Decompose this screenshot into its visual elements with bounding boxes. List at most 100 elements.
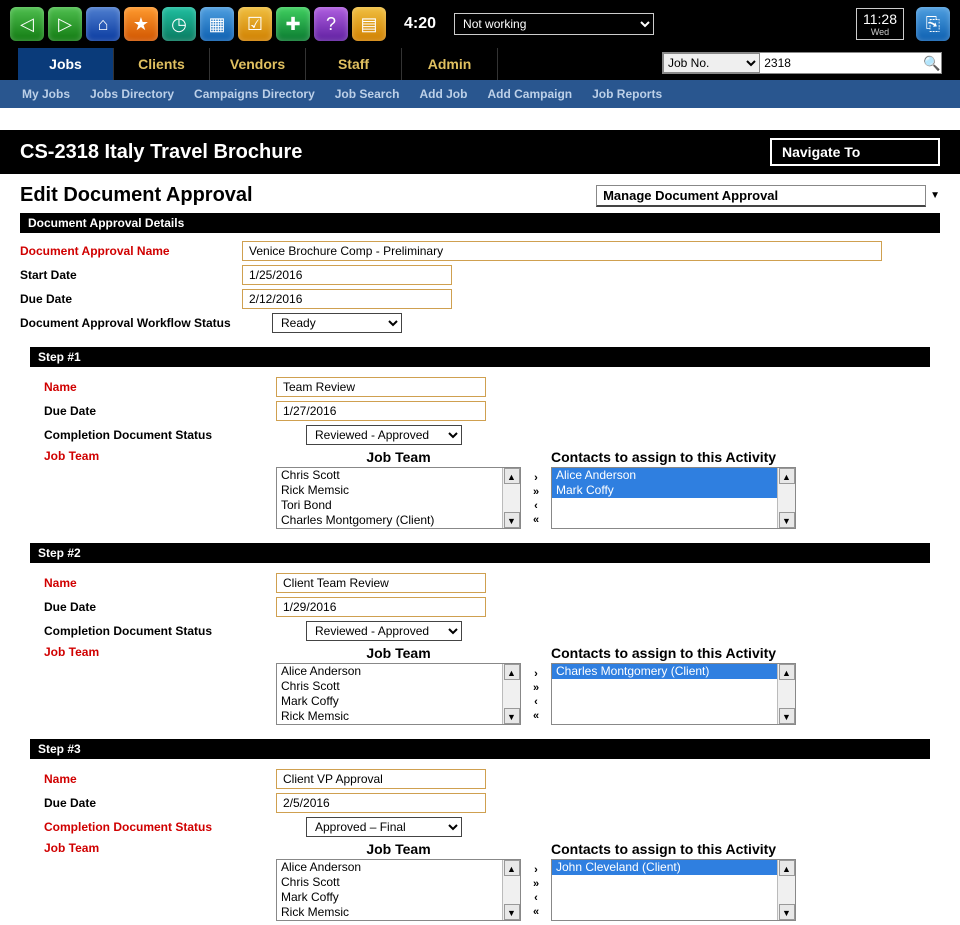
- move-all-right-button[interactable]: »: [533, 681, 539, 695]
- list-item[interactable]: Charles Montgomery (Client): [552, 664, 777, 679]
- listbox-step1-jobteam[interactable]: Chris Scott Rick Memsic Tori Bond Charle…: [276, 467, 521, 529]
- input-start-date[interactable]: [242, 265, 452, 285]
- subnav-job-search[interactable]: Job Search: [335, 87, 400, 101]
- input-step1-due[interactable]: [276, 401, 486, 421]
- select-step2-completion[interactable]: Reviewed - Approved: [306, 621, 462, 641]
- list-item[interactable]: Chris Scott: [277, 679, 502, 694]
- scroll-up-icon[interactable]: ▲: [779, 664, 795, 680]
- calendar-icon[interactable]: ▦: [200, 7, 234, 41]
- forward-icon[interactable]: ▷: [48, 7, 82, 41]
- select-step3-completion[interactable]: Approved – Final: [306, 817, 462, 837]
- move-all-left-button[interactable]: «: [533, 905, 539, 919]
- input-step3-due[interactable]: [276, 793, 486, 813]
- scroll-up-icon[interactable]: ▲: [504, 860, 520, 876]
- input-approval-name[interactable]: [242, 241, 882, 261]
- listbox-step3-jobteam[interactable]: Alice Anderson Chris Scott Mark Coffy Ri…: [276, 859, 521, 921]
- label-step2-due: Due Date: [44, 600, 266, 614]
- help-icon[interactable]: ?: [314, 7, 348, 41]
- move-all-left-button[interactable]: «: [533, 709, 539, 723]
- select-step1-completion[interactable]: Reviewed - Approved: [306, 425, 462, 445]
- scroll-up-icon[interactable]: ▲: [779, 468, 795, 484]
- select-workflow-status[interactable]: Ready: [272, 313, 402, 333]
- scrollbar[interactable]: ▲ ▼: [502, 664, 520, 724]
- subnav-job-reports[interactable]: Job Reports: [592, 87, 662, 101]
- move-left-button[interactable]: ‹: [534, 695, 538, 709]
- input-step2-name[interactable]: [276, 573, 486, 593]
- move-all-right-button[interactable]: »: [533, 485, 539, 499]
- tab-staff[interactable]: Staff: [306, 48, 402, 80]
- list-item[interactable]: Charles Montgomery (Client): [277, 513, 502, 528]
- scrollbar[interactable]: ▲ ▼: [777, 664, 795, 724]
- home-icon[interactable]: ⌂: [86, 7, 120, 41]
- input-due-date[interactable]: [242, 289, 452, 309]
- move-left-button[interactable]: ‹: [534, 891, 538, 905]
- list-item[interactable]: Rick Memsic: [277, 709, 502, 724]
- clock-icon[interactable]: ◷: [162, 7, 196, 41]
- subnav-add-campaign[interactable]: Add Campaign: [487, 87, 572, 101]
- scroll-up-icon[interactable]: ▲: [504, 664, 520, 680]
- tab-vendors[interactable]: Vendors: [210, 48, 306, 80]
- scroll-up-icon[interactable]: ▲: [504, 468, 520, 484]
- jobno-type-select[interactable]: Job No.: [663, 53, 760, 73]
- navigate-to-select[interactable]: Navigate To: [770, 138, 940, 166]
- chevron-down-icon[interactable]: ▼: [926, 190, 940, 201]
- scroll-down-icon[interactable]: ▼: [504, 708, 520, 724]
- scroll-down-icon[interactable]: ▼: [779, 512, 795, 528]
- star-icon[interactable]: ★: [124, 7, 158, 41]
- move-right-button[interactable]: ›: [534, 863, 538, 877]
- plus-icon[interactable]: ✚: [276, 7, 310, 41]
- list-item[interactable]: John Cleveland (Client): [552, 860, 777, 875]
- list-item[interactable]: Chris Scott: [277, 875, 502, 890]
- list-item[interactable]: Mark Coffy: [277, 694, 502, 709]
- move-right-button[interactable]: ›: [534, 471, 538, 485]
- scroll-down-icon[interactable]: ▼: [504, 904, 520, 920]
- scroll-down-icon[interactable]: ▼: [779, 904, 795, 920]
- list-item[interactable]: Alice Anderson: [552, 468, 777, 483]
- listbox-step2-contacts[interactable]: Charles Montgomery (Client) ▲ ▼: [551, 663, 796, 725]
- exit-icon[interactable]: ⎘: [916, 7, 950, 41]
- move-right-button[interactable]: ›: [534, 667, 538, 681]
- tab-clients[interactable]: Clients: [114, 48, 210, 80]
- move-all-left-button[interactable]: «: [533, 513, 539, 527]
- scrollbar[interactable]: ▲ ▼: [502, 468, 520, 528]
- section-step-1: Step #1: [30, 347, 930, 367]
- subnav-jobs-directory[interactable]: Jobs Directory: [90, 87, 174, 101]
- document-icon[interactable]: ▤: [352, 7, 386, 41]
- subnav-add-job[interactable]: Add Job: [419, 87, 467, 101]
- listbox-step2-jobteam[interactable]: Alice Anderson Chris Scott Mark Coffy Ri…: [276, 663, 521, 725]
- input-step2-due[interactable]: [276, 597, 486, 617]
- subnav-my-jobs[interactable]: My Jobs: [22, 87, 70, 101]
- subnav-campaigns-directory[interactable]: Campaigns Directory: [194, 87, 315, 101]
- list-item[interactable]: Rick Memsic: [277, 483, 502, 498]
- list-item[interactable]: Mark Coffy: [552, 483, 777, 498]
- manage-approval-select[interactable]: Manage Document Approval: [596, 185, 926, 207]
- list-item[interactable]: Alice Anderson: [277, 664, 502, 679]
- checklist-icon[interactable]: ☑: [238, 7, 272, 41]
- scrollbar[interactable]: ▲ ▼: [502, 860, 520, 920]
- scrollbar[interactable]: ▲ ▼: [777, 468, 795, 528]
- listbox-step1-contacts[interactable]: Alice Anderson Mark Coffy ▲ ▼: [551, 467, 796, 529]
- list-item[interactable]: Tori Bond: [277, 498, 502, 513]
- input-step1-name[interactable]: [276, 377, 486, 397]
- sub-nav: My Jobs Jobs Directory Campaigns Directo…: [0, 80, 960, 108]
- list-item[interactable]: Chris Scott: [277, 468, 502, 483]
- list-item[interactable]: Mark Coffy: [277, 890, 502, 905]
- move-all-right-button[interactable]: »: [533, 877, 539, 891]
- back-icon[interactable]: ◁: [10, 7, 44, 41]
- scroll-down-icon[interactable]: ▼: [779, 708, 795, 724]
- listbox-step3-contacts[interactable]: John Cleveland (Client) ▲ ▼: [551, 859, 796, 921]
- scroll-up-icon[interactable]: ▲: [779, 860, 795, 876]
- search-icon[interactable]: 🔍: [923, 55, 941, 72]
- input-step3-name[interactable]: [276, 769, 486, 789]
- tab-admin[interactable]: Admin: [402, 48, 498, 80]
- scrollbar[interactable]: ▲ ▼: [777, 860, 795, 920]
- list-item[interactable]: Rick Memsic: [277, 905, 502, 920]
- page-subtitle: Edit Document Approval: [20, 184, 253, 207]
- tab-jobs[interactable]: Jobs: [18, 48, 114, 80]
- jobno-input[interactable]: [760, 53, 923, 73]
- scroll-down-icon[interactable]: ▼: [504, 512, 520, 528]
- status-select[interactable]: Not working: [454, 13, 654, 35]
- timer-display: 4:20: [404, 15, 436, 33]
- list-item[interactable]: Alice Anderson: [277, 860, 502, 875]
- move-left-button[interactable]: ‹: [534, 499, 538, 513]
